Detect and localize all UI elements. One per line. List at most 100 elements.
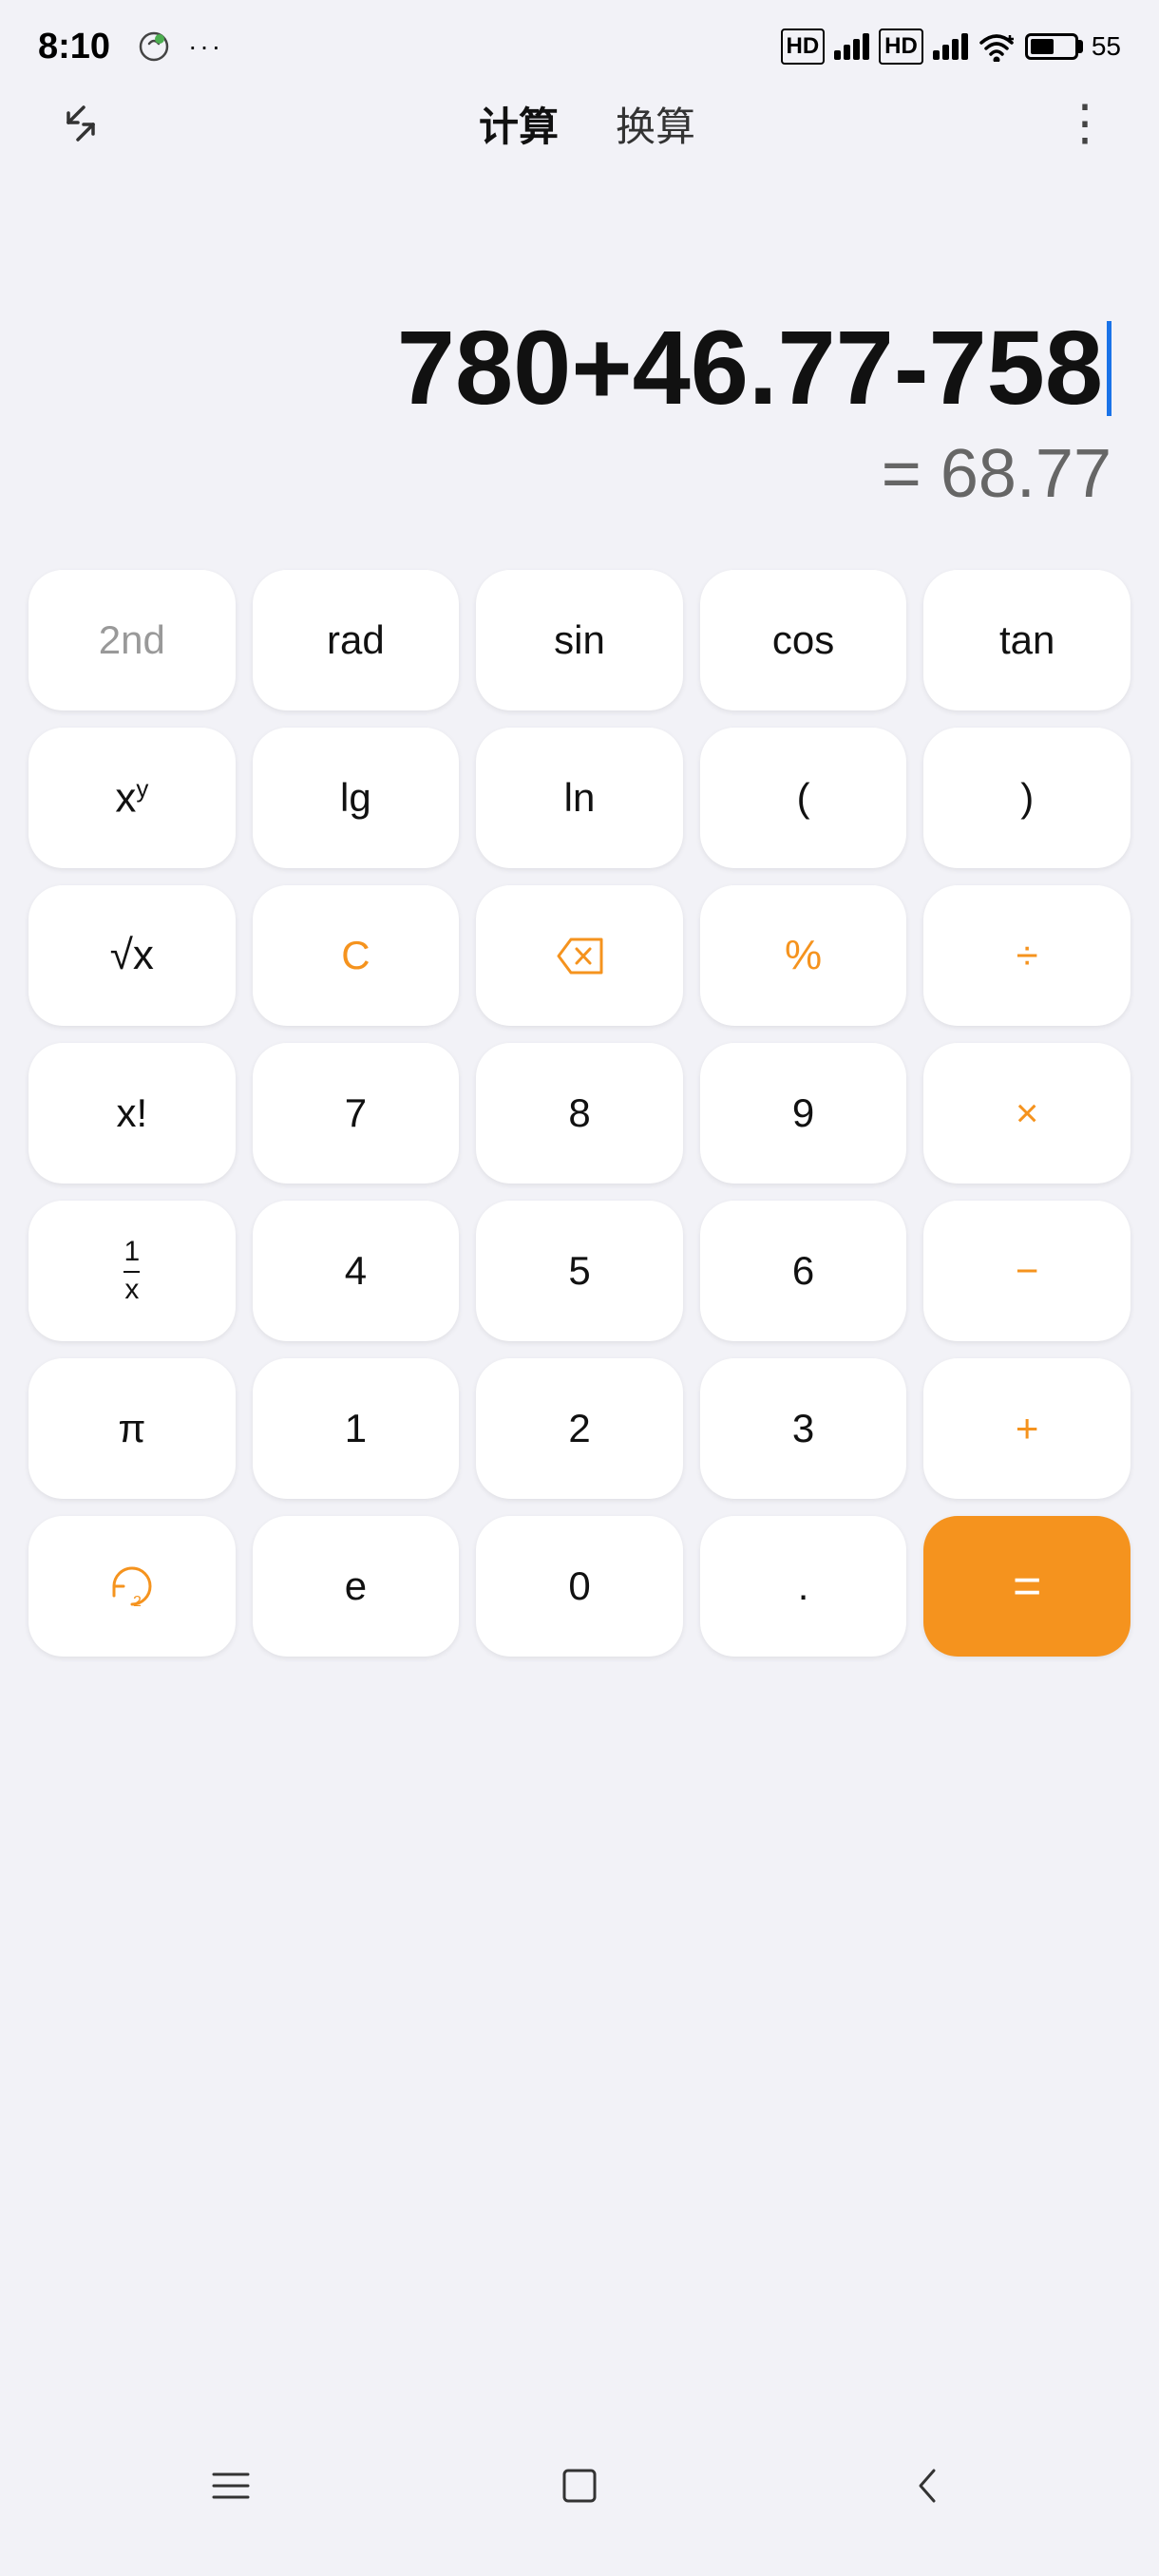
key-4[interactable]: 4 — [253, 1201, 460, 1341]
key-3[interactable]: 3 — [700, 1358, 907, 1499]
key-close-paren-label: ) — [1020, 775, 1034, 821]
key-factorial-label: x! — [116, 1090, 147, 1136]
key-row-6: 2 e 0. = — [28, 1516, 1130, 1657]
key-7-label: 7 — [345, 1090, 367, 1136]
rotate-icon: 2 — [104, 1559, 160, 1614]
key-0[interactable]: 0 — [476, 1516, 683, 1657]
key-lg[interactable]: lg — [253, 728, 460, 868]
collapse-button[interactable] — [48, 90, 114, 157]
key-6-label: 6 — [792, 1248, 814, 1294]
status-time: 8:10 — [38, 27, 110, 67]
signal-bars-1 — [834, 33, 869, 60]
key-clear[interactable]: C — [253, 885, 460, 1026]
key-lg-label: lg — [340, 775, 371, 821]
key-2-label: 2 — [568, 1406, 590, 1451]
key-divide[interactable]: ÷ — [923, 885, 1130, 1026]
menu-button[interactable]: ⋮ — [1060, 99, 1112, 148]
key-5-label: 5 — [568, 1248, 590, 1294]
nav-back-button[interactable] — [890, 2448, 966, 2524]
key-add[interactable]: + — [923, 1358, 1130, 1499]
percent-label: % — [785, 932, 822, 979]
key-rad[interactable]: rad — [253, 570, 460, 710]
key-add-label: + — [1016, 1406, 1039, 1451]
key-cos[interactable]: cos — [700, 570, 907, 710]
fraction-label: 1 x — [124, 1235, 140, 1307]
key-ln[interactable]: ln — [476, 728, 683, 868]
expression-display: 780+46.77-758 — [397, 311, 1112, 426]
key-rad-label: rad — [327, 617, 385, 663]
key-tan[interactable]: tan — [923, 570, 1130, 710]
top-bar-tabs: 计算 换算 — [479, 95, 695, 153]
wifi-icon — [978, 31, 1016, 62]
key-subtract[interactable]: − — [923, 1201, 1130, 1341]
key-divide-label: ÷ — [1016, 933, 1038, 978]
key-ln-label: ln — [564, 775, 596, 821]
key-sqrt[interactable]: √x — [28, 885, 236, 1026]
key-7[interactable]: 7 — [253, 1043, 460, 1184]
key-e-label: e — [345, 1563, 367, 1609]
key-rotate[interactable]: 2 — [28, 1516, 236, 1657]
key-sin[interactable]: sin — [476, 570, 683, 710]
key-dot[interactable]: . — [700, 1516, 907, 1657]
key-9-label: 9 — [792, 1090, 814, 1136]
backspace-icon — [554, 935, 606, 977]
key-subtract-label: − — [1016, 1248, 1039, 1294]
notification-dots: ··· — [188, 31, 223, 62]
key-open-paren[interactable]: ( — [700, 728, 907, 868]
nav-home-button[interactable] — [542, 2448, 618, 2524]
battery-icon — [1025, 33, 1078, 60]
key-multiply[interactable]: × — [923, 1043, 1130, 1184]
key-close-paren[interactable]: ) — [923, 728, 1130, 868]
bottom-nav — [0, 2424, 1159, 2576]
key-clear-label: C — [341, 933, 370, 978]
key-5[interactable]: 5 — [476, 1201, 683, 1341]
key-row-4: 1 x 4 5 6 − — [28, 1201, 1130, 1341]
key-8-label: 8 — [568, 1090, 590, 1136]
display-area: 780+46.77-758 = 68.77 — [0, 171, 1159, 551]
back-icon — [903, 2461, 953, 2510]
key-factorial[interactable]: x! — [28, 1043, 236, 1184]
key-row-3: x! 7 8 9 × — [28, 1043, 1130, 1184]
nav-menu-button[interactable] — [193, 2448, 269, 2524]
key-6[interactable]: 6 — [700, 1201, 907, 1341]
key-reciprocal[interactable]: 1 x — [28, 1201, 236, 1341]
key-9[interactable]: 9 — [700, 1043, 907, 1184]
status-icons: HD HD 55 — [781, 28, 1122, 65]
key-2nd-label: 2nd — [99, 617, 165, 663]
top-bar: 计算 换算 ⋮ — [0, 76, 1159, 171]
key-e[interactable]: e — [253, 1516, 460, 1657]
status-bar: 8:10 ··· HD HD — [0, 0, 1159, 76]
key-row-0: 2nd rad sin cos tan — [28, 570, 1130, 710]
power-label: xy — [115, 774, 148, 823]
key-2nd[interactable]: 2nd — [28, 570, 236, 710]
key-row-2: √x C % ÷ — [28, 885, 1130, 1026]
key-tan-label: tan — [999, 617, 1054, 663]
status-left: 8:10 ··· — [38, 27, 223, 67]
key-0-label: 0 — [568, 1563, 590, 1609]
cursor — [1107, 321, 1112, 416]
key-1[interactable]: 1 — [253, 1358, 460, 1499]
key-sin-label: sin — [554, 617, 605, 663]
key-backspace[interactable] — [476, 885, 683, 1026]
key-power[interactable]: xy — [28, 728, 236, 868]
key-8[interactable]: 8 — [476, 1043, 683, 1184]
key-pi[interactable]: π — [28, 1358, 236, 1499]
signal-bars-2 — [933, 33, 968, 60]
notification-icon — [137, 29, 171, 64]
key-percent[interactable]: % — [700, 885, 907, 1026]
key-row-5: π 1 2 3 + — [28, 1358, 1130, 1499]
svg-text:2: 2 — [133, 1594, 142, 1610]
hd-badge-2: HD — [879, 28, 923, 65]
result-display: = 68.77 — [882, 435, 1112, 513]
key-dot-label: . — [798, 1563, 809, 1609]
tab-converter[interactable]: 换算 — [616, 95, 695, 153]
key-1-label: 1 — [345, 1406, 367, 1451]
square-icon — [555, 2461, 604, 2510]
key-multiply-label: × — [1016, 1090, 1039, 1136]
key-equals[interactable]: = — [923, 1516, 1130, 1657]
key-4-label: 4 — [345, 1248, 367, 1294]
tab-calculator[interactable]: 计算 — [479, 95, 559, 153]
key-2[interactable]: 2 — [476, 1358, 683, 1499]
key-row-1: xy lg ln () — [28, 728, 1130, 868]
key-3-label: 3 — [792, 1406, 814, 1451]
